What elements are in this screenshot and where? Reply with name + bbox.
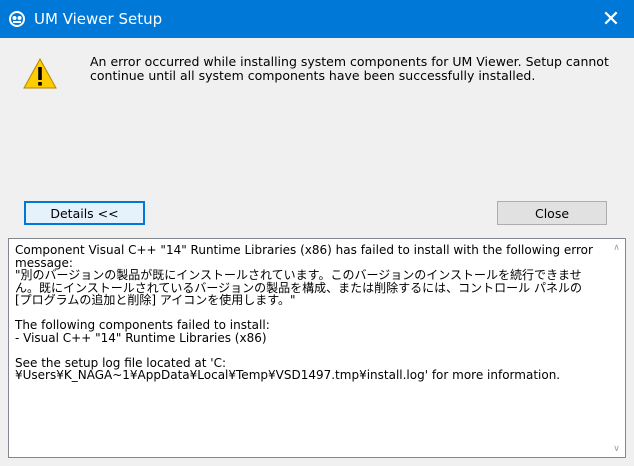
- details-textbox[interactable]: Component Visual C++ "14" Runtime Librar…: [8, 238, 626, 458]
- scroll-up-arrow-icon[interactable]: ∧: [608, 239, 625, 256]
- details-text: Component Visual C++ "14" Runtime Librar…: [15, 243, 593, 382]
- setup-app-icon: [8, 10, 26, 28]
- details-scrollbar[interactable]: ∧ ∨: [608, 239, 625, 457]
- window-close-button[interactable]: ✕: [588, 0, 634, 38]
- error-message: An error occurred while installing syste…: [90, 54, 609, 83]
- details-button[interactable]: Details <<: [24, 201, 145, 225]
- window-title: UM Viewer Setup: [34, 10, 163, 28]
- setup-dialog: UM Viewer Setup ✕ An error occurred whil…: [0, 0, 634, 466]
- close-button[interactable]: Close: [497, 201, 607, 225]
- warning-icon: [23, 57, 57, 91]
- title-bar[interactable]: UM Viewer Setup ✕: [0, 0, 634, 38]
- scroll-down-arrow-icon[interactable]: ∨: [608, 440, 625, 457]
